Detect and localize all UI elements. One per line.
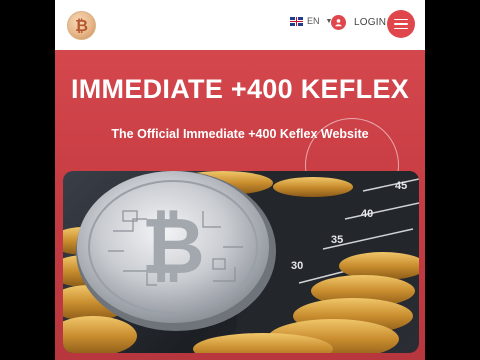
- menu-line: [394, 18, 408, 21]
- scale-label: 30: [291, 260, 303, 272]
- hero-image: 45 40 35 30 ₿: [63, 171, 419, 353]
- coins-illustration: 45 40 35 30 ₿: [63, 171, 419, 353]
- user-icon[interactable]: [331, 15, 346, 30]
- menu-line: [394, 27, 408, 30]
- hero-subtitle: The Official Immediate +400 Keflex Websi…: [111, 127, 369, 141]
- hero-title: IMMEDIATE +400 KEFLEX: [70, 74, 410, 104]
- page: ₿ EN ▼ LOGIN IMMEDIATE +400 KEFLEX The O…: [55, 0, 425, 360]
- scale-label: 35: [331, 234, 343, 246]
- hero-section: IMMEDIATE +400 KEFLEX The Official Immed…: [55, 50, 425, 360]
- language-selector[interactable]: EN ▼: [290, 16, 332, 26]
- svg-text:₿: ₿: [141, 202, 205, 292]
- menu-line: [394, 23, 408, 25]
- language-label: EN: [307, 16, 320, 26]
- logo-glyph: ₿: [74, 15, 89, 35]
- silver-bitcoin-coin: ₿: [76, 171, 276, 331]
- uk-flag-icon: [290, 16, 303, 26]
- scale-label: 45: [395, 180, 407, 192]
- scale-label: 40: [361, 208, 373, 220]
- hamburger-menu-button[interactable]: [387, 10, 415, 38]
- bitcoin-logo-icon[interactable]: ₿: [67, 11, 96, 40]
- top-navigation-bar: ₿ EN ▼ LOGIN: [55, 0, 425, 50]
- user-icon-glyph: [335, 19, 342, 27]
- login-link[interactable]: LOGIN: [354, 17, 386, 28]
